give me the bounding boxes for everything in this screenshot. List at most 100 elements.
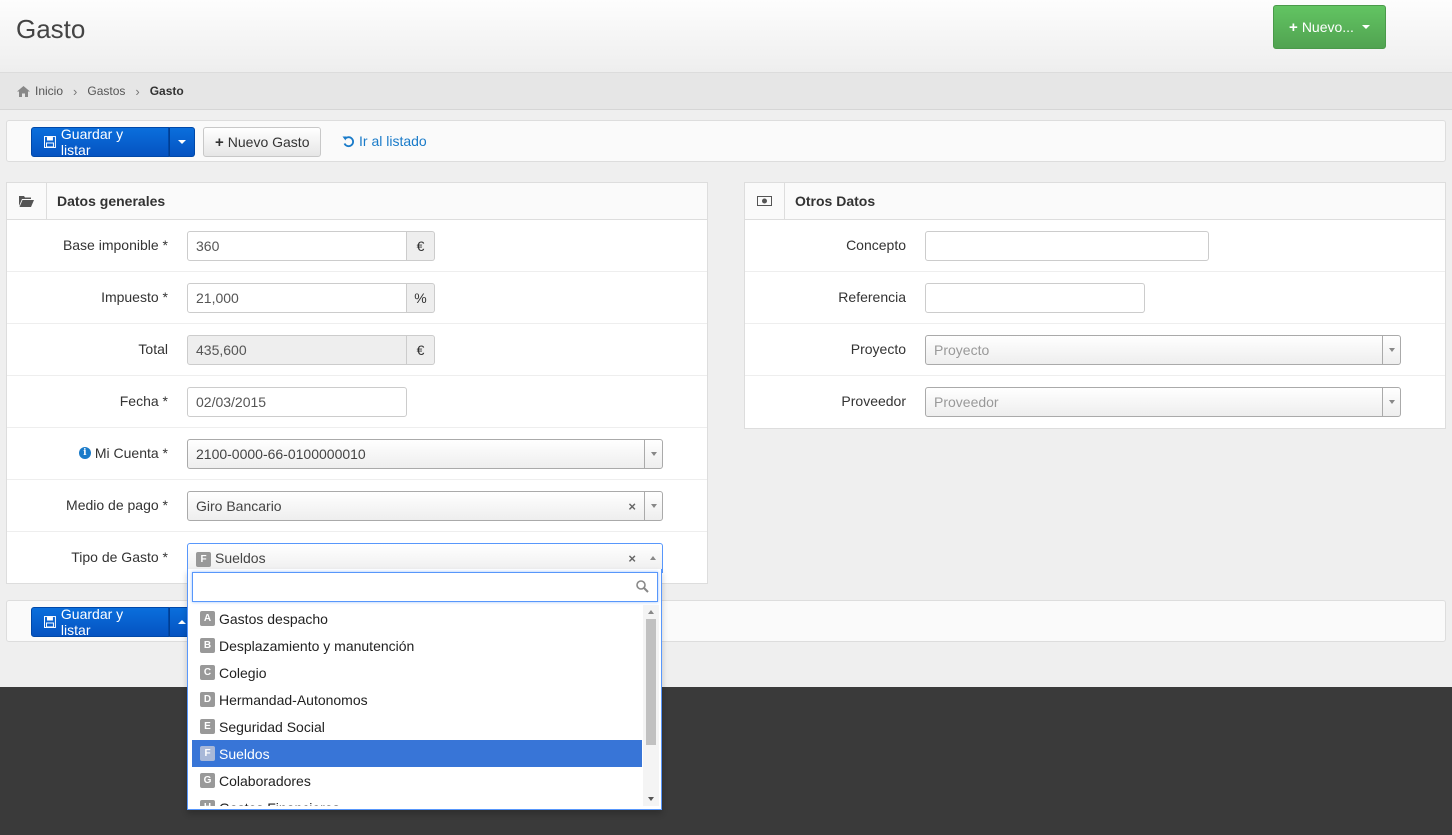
floppy-icon — [44, 136, 56, 148]
account-select[interactable]: 2100-0000-66-0100000010 — [187, 439, 663, 469]
option-label: Sueldos — [219, 745, 270, 762]
clear-icon[interactable]: × — [628, 551, 636, 566]
project-select[interactable]: Proyecto — [925, 335, 1401, 365]
dropdown-option[interactable]: B Desplazamiento y manutención — [192, 632, 642, 659]
chevron-down-icon — [650, 452, 657, 456]
option-badge: D — [200, 692, 215, 707]
dropdown-scrollbar[interactable] — [643, 605, 659, 806]
dropdown-option[interactable]: E Seguridad Social — [192, 713, 642, 740]
folder-open-icon — [7, 183, 47, 219]
total-input: 435,600 — [187, 335, 407, 365]
dropdown-option[interactable]: G Colaboradores — [192, 767, 642, 794]
account-row: i Mi Cuenta * 2100-0000-66-0100000010 — [7, 428, 707, 480]
account-value: 2100-0000-66-0100000010 — [196, 446, 366, 462]
chevron-down-icon — [1388, 400, 1395, 404]
base-row: Base imponible * 360 € — [7, 220, 707, 272]
project-placeholder: Proyecto — [934, 342, 990, 358]
caret-down-icon — [1361, 25, 1370, 29]
type-label: Tipo de Gasto * — [71, 549, 168, 565]
concept-row: Concepto — [745, 220, 1445, 272]
clear-icon[interactable]: × — [628, 499, 636, 514]
date-label: Fecha * — [119, 393, 168, 409]
date-input[interactable]: 02/03/2015 — [187, 387, 407, 417]
base-label: Base imponible * — [62, 237, 168, 253]
reference-input[interactable] — [925, 283, 1145, 313]
breadcrumb-gastos[interactable]: Gastos — [87, 84, 125, 98]
select-arrow — [1382, 336, 1400, 364]
top-header: Gasto + Nuevo... — [0, 0, 1452, 73]
payment-value: Giro Bancario — [196, 498, 282, 514]
option-badge: F — [200, 746, 215, 761]
payment-select[interactable]: Giro Bancario × — [187, 491, 663, 521]
general-panel-title: Datos generales — [57, 193, 166, 209]
save-list-label: Guardar y listar — [60, 606, 124, 638]
dropdown-option[interactable]: D Hermandad-Autonomos — [192, 686, 642, 713]
base-input[interactable]: 360 — [187, 231, 407, 261]
dropdown-option[interactable]: F Sueldos — [192, 740, 642, 767]
supplier-row: Proveedor Proveedor — [745, 376, 1445, 428]
other-panel-header: Otros Datos — [745, 183, 1445, 220]
go-list-label: Ir al listado — [359, 133, 427, 149]
chevron-up-icon — [650, 556, 656, 560]
concept-input[interactable] — [925, 231, 1209, 261]
save-list-button[interactable]: Guardar y listar — [31, 126, 169, 158]
project-row: Proyecto Proyecto — [745, 324, 1445, 376]
reference-label: Referencia — [838, 289, 906, 305]
payment-label: Medio de pago * — [66, 497, 168, 513]
dropdown-search-input[interactable] — [192, 572, 658, 602]
dropdown-option[interactable]: H Gastos Financieros — [192, 794, 642, 806]
dropdown-option[interactable]: A Gastos despacho — [192, 605, 642, 632]
payment-row: Medio de pago * Giro Bancario × — [7, 480, 707, 532]
dropdown-option[interactable]: C Colegio — [192, 659, 642, 686]
chevron-right-icon: › — [135, 83, 140, 99]
date-row: Fecha * 02/03/2015 — [7, 376, 707, 428]
plus-icon: + — [215, 133, 224, 151]
option-badge: G — [200, 773, 215, 788]
save-list-button[interactable]: Guardar y listar — [31, 606, 169, 638]
supplier-placeholder: Proveedor — [934, 394, 999, 410]
select-arrow — [1382, 388, 1400, 416]
chevron-down-icon — [650, 504, 657, 508]
option-badge: C — [200, 665, 215, 680]
general-data-panel: Datos generales Base imponible * 360 € I… — [6, 182, 708, 584]
chevron-down-icon — [1388, 348, 1395, 352]
top-toolbar: Guardar y listar + Nuevo Gasto Ir al lis… — [6, 120, 1446, 162]
option-badge: E — [200, 719, 215, 734]
go-list-link[interactable]: Ir al listado — [342, 133, 427, 149]
total-row: Total 435,600 € — [7, 324, 707, 376]
caret-down-icon — [178, 140, 186, 144]
save-list-button-group: Guardar y listar — [31, 606, 195, 638]
option-badge: A — [200, 611, 215, 626]
money-icon — [745, 183, 785, 219]
tax-input[interactable]: 21,000 — [187, 283, 407, 313]
general-panel-header: Datos generales — [7, 183, 707, 220]
breadcrumb: Inicio › Gastos › Gasto — [0, 73, 1452, 110]
breadcrumb-current: Gasto — [149, 84, 184, 98]
save-list-label: Guardar y listar — [60, 126, 124, 158]
chevron-right-icon: › — [73, 83, 78, 99]
info-icon[interactable]: i — [78, 447, 91, 459]
breadcrumb-home[interactable]: Inicio — [17, 84, 63, 98]
new-dropdown-button[interactable]: + Nuevo... — [1273, 5, 1386, 49]
option-label: Seguridad Social — [219, 718, 325, 735]
type-dropdown: A Gastos despacho B Desplazamiento y manute… — [187, 569, 662, 810]
concept-label: Concepto — [846, 237, 906, 253]
scroll-down-icon[interactable] — [648, 797, 654, 801]
dropdown-options: A Gastos despacho B Desplazamiento y manute… — [192, 605, 642, 806]
new-gasto-button[interactable]: + Nuevo Gasto — [203, 127, 322, 157]
plus-icon: + — [1289, 18, 1298, 36]
tax-row: Impuesto * 21,000 % — [7, 272, 707, 324]
euro-addon: € — [407, 231, 435, 261]
scrollbar-thumb[interactable] — [646, 619, 656, 745]
total-label: Total — [138, 341, 168, 357]
breadcrumb-home-label: Inicio — [35, 84, 64, 98]
option-label: Colaboradores — [219, 772, 311, 789]
supplier-select[interactable]: Proveedor — [925, 387, 1401, 417]
save-options-toggle[interactable] — [169, 127, 195, 157]
general-form: Base imponible * 360 € Impuesto * 21,000… — [7, 220, 707, 584]
project-label: Proyecto — [850, 341, 906, 357]
save-list-button-group: Guardar y listar — [31, 126, 195, 158]
option-label: Hermandad-Autonomos — [219, 691, 368, 708]
scroll-up-icon[interactable] — [648, 610, 654, 614]
other-data-panel: Otros Datos Concepto Referencia Proyecto… — [744, 182, 1446, 429]
